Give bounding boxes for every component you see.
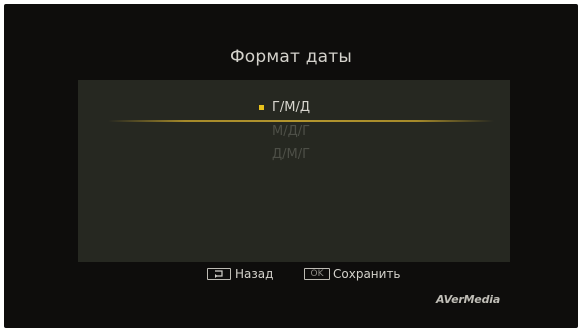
option-label: Д/М/Г [272, 147, 311, 162]
option-label: М/Д/Г [272, 124, 311, 139]
selected-bullet-icon [259, 105, 264, 110]
page-title: Формат даты [229, 47, 353, 67]
back-label: Назад [235, 267, 274, 281]
options-panel: Г/М/Д М/Д/Г Д/М/Г [78, 80, 510, 262]
return-arrow-icon [215, 270, 223, 278]
osd-screen: Формат даты Г/М/Д М/Д/Г Д/М/Г Назад OK С… [4, 4, 578, 328]
brand-logo: AVerMedia [436, 293, 501, 306]
save-label: Сохранить [333, 267, 401, 281]
selection-underline [108, 120, 494, 122]
option-label: Г/М/Д [272, 100, 311, 115]
ok-key[interactable]: OK [304, 268, 330, 280]
back-key[interactable] [207, 268, 231, 280]
key-hints-bar: Назад OK Сохранить [4, 264, 578, 284]
